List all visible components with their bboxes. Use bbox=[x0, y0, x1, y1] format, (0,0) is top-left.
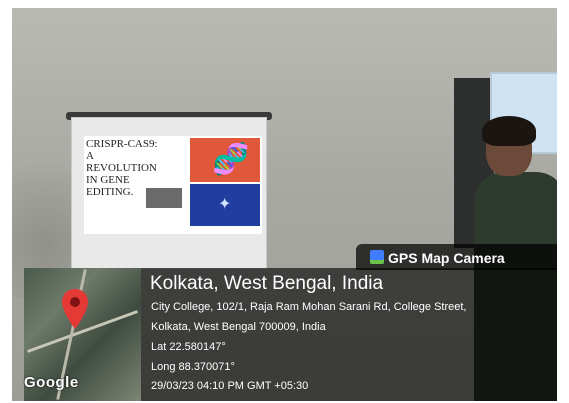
datetime: 29/03/23 04:10 PM GMT +05:30 bbox=[151, 380, 309, 392]
slide-title-line: REVOLUTION bbox=[86, 162, 157, 174]
gps-camera-icon bbox=[370, 250, 384, 264]
slide-title-line: IN GENE bbox=[86, 174, 130, 186]
sparkle-icon: ✦ bbox=[218, 196, 232, 213]
address-line: Kolkata, West Bengal 700009, India bbox=[151, 321, 326, 333]
gps-camera-label: GPS Map Camera bbox=[388, 250, 505, 266]
longitude: Long 88.370071° bbox=[151, 361, 235, 373]
map-pin-icon bbox=[60, 288, 90, 330]
presenter-hair bbox=[482, 116, 536, 146]
slide-title-line: A bbox=[86, 150, 94, 162]
location-title: Kolkata, West Bengal, India bbox=[150, 273, 384, 294]
slide-title-line: CRISPR-CAS9: bbox=[86, 138, 158, 150]
dna-icon: 🧬 bbox=[212, 143, 250, 176]
google-logo: Google bbox=[24, 374, 79, 391]
latitude: Lat 22.580147° bbox=[151, 341, 226, 353]
address-line: City College, 102/1, Raja Ram Mohan Sara… bbox=[151, 301, 467, 313]
slide-photo bbox=[146, 188, 182, 208]
